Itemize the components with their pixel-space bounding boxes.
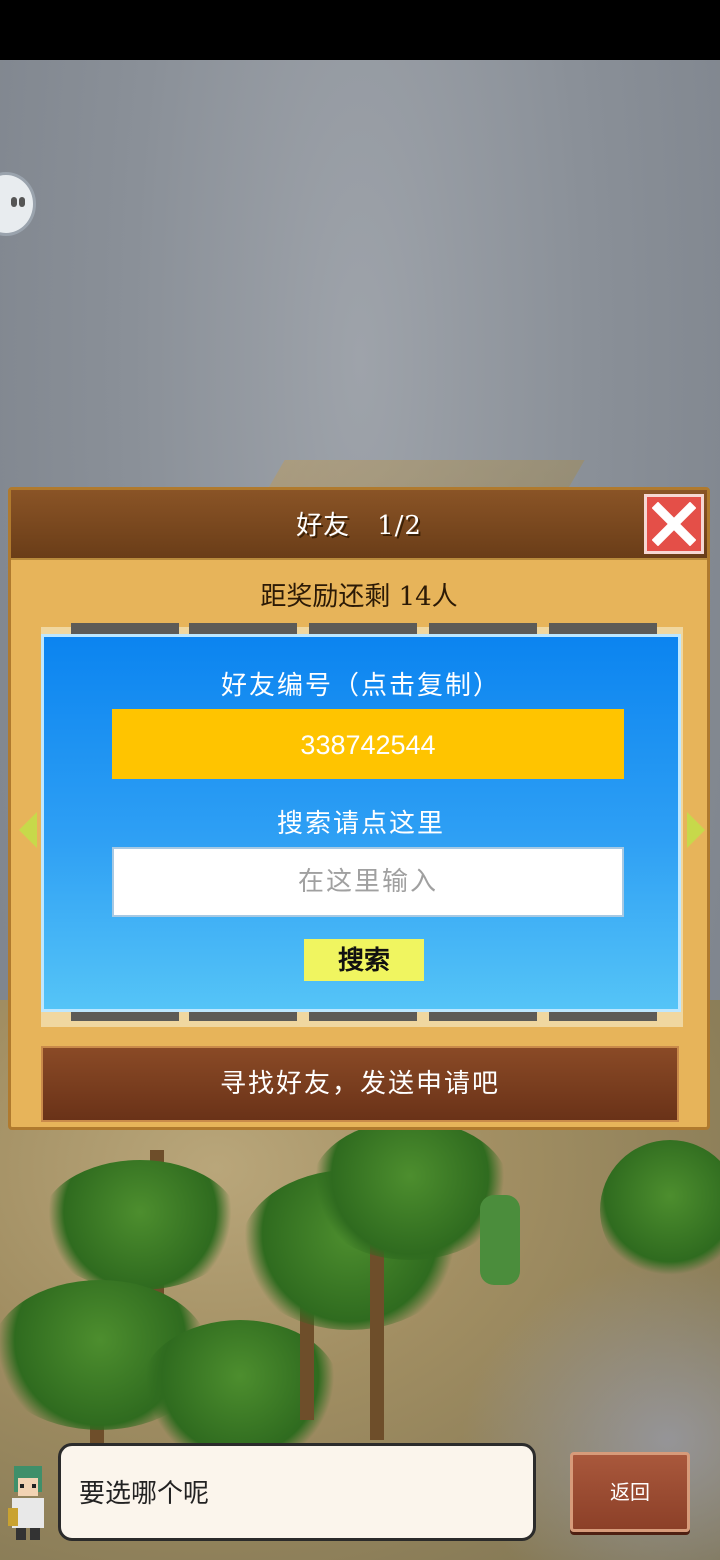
eye-icon (11, 197, 17, 207)
eye-icon (19, 197, 25, 207)
status-bar (0, 0, 720, 60)
dialogue-bubble: 要选哪个呢 (58, 1443, 536, 1541)
panel-header: 好友 1/2 (11, 490, 707, 560)
reward-remaining-text: 距奖励还剩 14人 (260, 582, 458, 612)
find-friends-banner[interactable]: 寻找好友，发送申请吧 (41, 1046, 679, 1122)
friend-code-copy-button[interactable]: 338742544 (112, 709, 624, 779)
palm-tree (40, 1160, 240, 1290)
character-avatar (2, 1458, 54, 1544)
prev-page-arrow-icon[interactable] (19, 812, 37, 848)
friends-panel: 好友 1/2 距奖励还剩 14人 好友编号（点击复制） 338742544 搜索… (8, 487, 710, 1130)
close-button[interactable] (644, 494, 704, 554)
friend-search-box: 好友编号（点击复制） 338742544 搜索请点这里 在这里输入 搜索 (41, 634, 681, 1012)
search-label: 搜索请点这里 (276, 809, 445, 839)
back-button[interactable]: 返回 (570, 1452, 690, 1532)
next-page-arrow-icon[interactable] (687, 812, 705, 848)
close-icon (652, 502, 696, 546)
search-button[interactable]: 搜索 (304, 939, 424, 981)
friend-code-label: 好友编号（点击复制） (220, 671, 501, 701)
search-input[interactable]: 在这里输入 (112, 847, 624, 917)
panel-title: 好友 1/2 (296, 511, 422, 541)
dialogue-text: 要选哪个呢 (79, 1479, 210, 1509)
